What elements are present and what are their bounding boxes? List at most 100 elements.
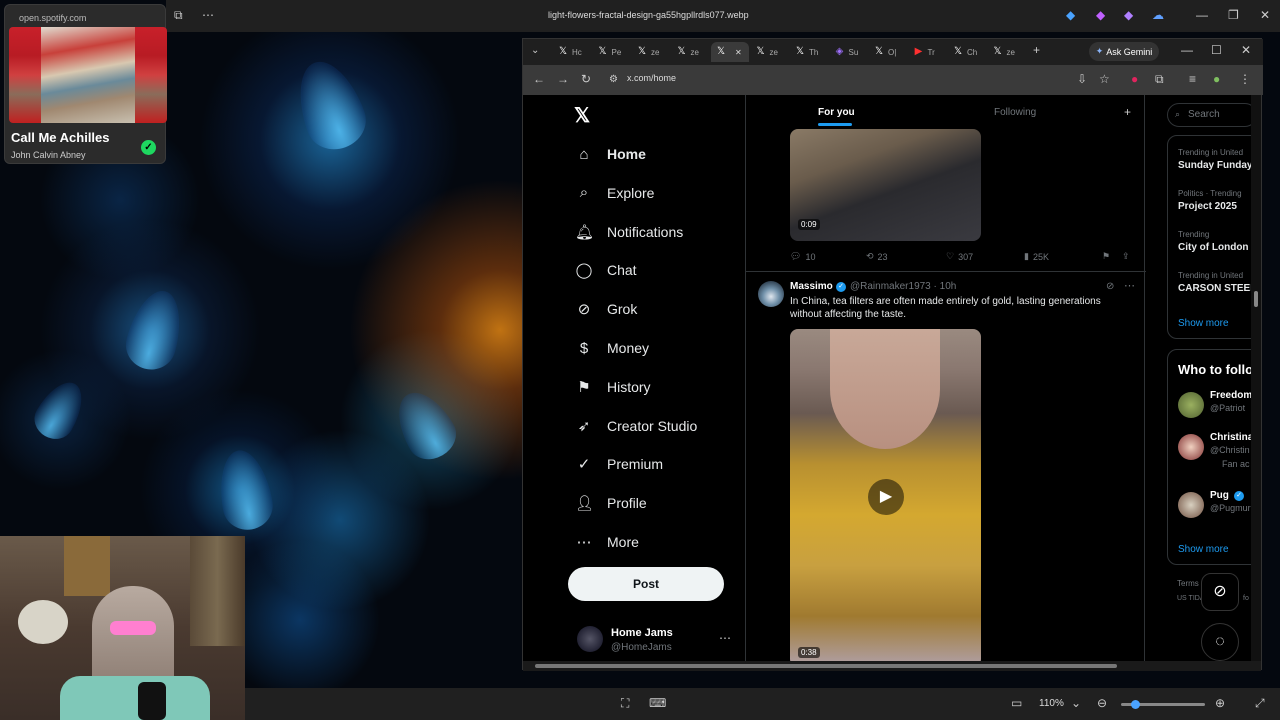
follow-name[interactable]: Freedom: [1210, 390, 1252, 401]
browser-tab[interactable]: 𝕏 Ch: [948, 42, 986, 62]
sidebar-item-history[interactable]: ⚑ History: [575, 375, 650, 399]
search-input[interactable]: Search: [1167, 103, 1257, 127]
sidebar-item-chat[interactable]: ◯ Chat: [575, 258, 637, 282]
crop-icon[interactable]: ⛶: [621, 696, 629, 711]
check-icon[interactable]: ✓: [141, 140, 156, 155]
browser-tab[interactable]: ▶ Tr: [909, 42, 947, 62]
bookmark-star-icon[interactable]: ☆: [1099, 72, 1110, 86]
install-icon[interactable]: ⇩: [1077, 72, 1087, 86]
close-icon[interactable]: ✕: [1241, 43, 1251, 57]
url-field[interactable]: x.com/home: [627, 73, 676, 83]
show-more-link[interactable]: Show more: [1178, 544, 1229, 555]
bookmark-icon[interactable]: ⚑: [1102, 251, 1110, 262]
back-icon[interactable]: ←: [533, 72, 545, 86]
views-button[interactable]: ▮ 25K: [1024, 251, 1049, 262]
tab-search-icon[interactable]: ⌄: [531, 45, 539, 56]
tweet-handle-time[interactable]: @Rainmaker1973 · 10h: [850, 281, 956, 292]
app-tray-icon[interactable]: ◆: [1066, 8, 1075, 22]
browser-tab[interactable]: 𝕏ze: [672, 42, 710, 62]
play-icon[interactable]: ▶: [868, 479, 904, 515]
browser-tab[interactable]: 𝕏ze: [632, 42, 670, 62]
reply-button[interactable]: 💬︎ 10: [790, 251, 815, 262]
sidebar-item-profile[interactable]: 👤︎ Profile: [575, 491, 647, 515]
spotify-miniplayer[interactable]: open.spotify.com Call Me Achilles John C…: [4, 4, 167, 164]
maximize-icon[interactable]: ❐: [1228, 8, 1239, 22]
like-button[interactable]: ♡ 307: [946, 251, 973, 262]
scrollbar-thumb[interactable]: [535, 664, 1117, 668]
avatar[interactable]: [1178, 392, 1204, 418]
app-tray-icon[interactable]: ◆: [1124, 8, 1133, 22]
expand-icon[interactable]: ⤢: [1255, 696, 1265, 711]
fit-icon[interactable]: ▭: [1011, 696, 1022, 710]
avatar[interactable]: [1178, 492, 1204, 518]
horizontal-scrollbar[interactable]: [523, 661, 1261, 671]
sidebar-item-notifications[interactable]: 🔔︎ Notifications: [575, 220, 683, 244]
menu-icon[interactable]: ⋮: [1239, 72, 1251, 86]
browser-tab[interactable]: 𝕏 Pe: [593, 42, 631, 62]
browser-tab[interactable]: 𝕏 Hc: [553, 42, 591, 62]
avatar[interactable]: [1178, 434, 1204, 460]
follow-name[interactable]: Pug: [1210, 490, 1229, 501]
app-tray-icon[interactable]: ◆: [1096, 8, 1105, 22]
cloud-icon[interactable]: ☁: [1152, 8, 1164, 22]
sidebar-item-more[interactable]: ⋯ More: [575, 530, 639, 554]
forward-icon[interactable]: →: [557, 72, 569, 86]
zoom-in-icon[interactable]: ⊕: [1215, 696, 1225, 710]
tweet-video[interactable]: ▶: [790, 329, 981, 667]
more-icon[interactable]: ⋯: [1124, 279, 1135, 292]
sidebar-item-creator-studio[interactable]: ➶ Creator Studio: [575, 414, 698, 438]
zoom-slider-thumb[interactable]: [1131, 700, 1140, 709]
account-name[interactable]: Home Jams: [611, 627, 673, 639]
browser-tab[interactable]: 𝕏 Th: [790, 42, 828, 62]
close-tab-icon[interactable]: ✕: [735, 48, 742, 57]
avatar[interactable]: [758, 281, 784, 307]
post-button[interactable]: Post: [568, 567, 724, 601]
more-icon[interactable]: ⋯: [202, 8, 214, 22]
site-info-icon[interactable]: ⚙: [609, 74, 618, 85]
add-tab-icon[interactable]: +: [1124, 105, 1131, 119]
minimize-icon[interactable]: —: [1181, 43, 1193, 57]
ask-gemini-button[interactable]: ✦ Ask Gemini: [1089, 42, 1159, 61]
footer-link[interactable]: fo: [1243, 595, 1249, 602]
new-tab-icon[interactable]: +: [1033, 43, 1040, 57]
tab-following[interactable]: Following: [994, 107, 1036, 118]
sidebar-item-explore[interactable]: ⌕ Explore: [575, 181, 655, 205]
tab-for-you[interactable]: For you: [818, 107, 855, 118]
zoom-slider[interactable]: [1121, 700, 1205, 709]
scrollbar-thumb[interactable]: [1254, 291, 1258, 307]
extension-icon[interactable]: ●: [1131, 72, 1138, 86]
more-icon[interactable]: ⋯: [719, 631, 731, 645]
account-handle[interactable]: @HomeJams: [611, 642, 672, 653]
reload-icon[interactable]: ↻: [581, 72, 591, 86]
close-icon[interactable]: ✕: [1260, 8, 1270, 22]
browser-tab[interactable]: 𝕏 ✕: [711, 42, 749, 62]
tweet-author-name[interactable]: Massimo: [790, 281, 833, 292]
browser-tab[interactable]: 𝕏ze: [988, 42, 1026, 62]
repost-button[interactable]: ⟲ 23: [866, 251, 888, 262]
x-logo-icon[interactable]: 𝕏: [574, 103, 590, 128]
show-more-link[interactable]: Show more: [1178, 318, 1229, 329]
chat-button[interactable]: ◌: [1201, 623, 1239, 661]
avatar[interactable]: [577, 626, 603, 652]
profile-avatar-icon[interactable]: ●: [1213, 72, 1220, 86]
sidebar-item-grok[interactable]: ⊘ Grok: [575, 297, 638, 321]
zoom-out-icon[interactable]: ⊖: [1097, 696, 1107, 710]
grok-button[interactable]: ⊘: [1201, 573, 1239, 611]
media-icon[interactable]: ≡: [1189, 72, 1196, 86]
footer-terms-link[interactable]: Terms: [1177, 579, 1199, 588]
browser-tab[interactable]: ◈ Su: [830, 42, 868, 62]
maximize-icon[interactable]: ☐: [1211, 43, 1222, 57]
grok-icon[interactable]: ⊘: [1106, 281, 1114, 292]
extensions-icon[interactable]: ⧉: [1155, 72, 1164, 87]
text-detect-icon[interactable]: ⌨: [649, 696, 666, 710]
sidebar-item-money[interactable]: $ Money: [575, 336, 649, 360]
sidebar-item-home[interactable]: ⌂ Home: [575, 142, 645, 166]
share-icon[interactable]: ⇪: [1122, 251, 1130, 262]
sidebar-item-premium[interactable]: ✓ Premium: [575, 452, 663, 476]
chevron-down-icon[interactable]: ⌄: [1071, 696, 1081, 710]
zoom-level[interactable]: 110%: [1039, 698, 1064, 709]
browser-tab[interactable]: 𝕏ze: [751, 42, 789, 62]
vertical-scrollbar[interactable]: [1251, 95, 1261, 671]
minimize-icon[interactable]: —: [1196, 8, 1208, 22]
slideshow-icon[interactable]: ⧉: [174, 8, 183, 23]
